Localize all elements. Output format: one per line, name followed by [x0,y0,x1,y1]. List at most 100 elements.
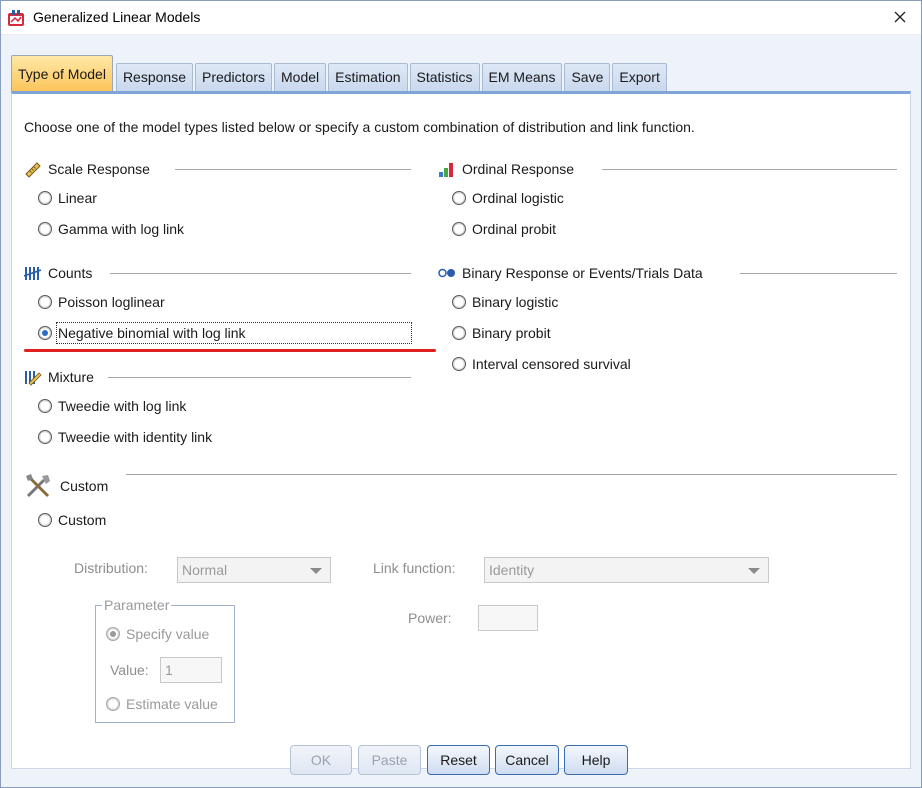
mixture-title: Mixture [48,369,94,385]
dialog-window: Generalized Linear Models Type of Model … [0,0,922,788]
radio-dot [452,222,466,236]
radio-poisson-loglinear[interactable]: Poisson loglinear [38,294,165,310]
help-button[interactable]: Help [564,745,628,775]
glm-app-icon [8,10,24,26]
counts-header: Counts [24,264,92,282]
mixture-header: Mixture [24,368,94,386]
tab-predictors[interactable]: Predictors [194,63,273,91]
mixture-icon [25,371,42,386]
parameter-title: Parameter [102,597,172,613]
radio-label: Estimate value [126,696,218,712]
radio-dot [38,513,52,527]
link-function-select: Identity [484,557,769,583]
radio-gamma-log[interactable]: Gamma with log link [38,221,184,237]
scale-response-header: Scale Response [24,160,150,178]
scale-divider [175,169,411,170]
ruler-icon [25,162,41,178]
radio-dot [38,295,52,309]
radio-label: Tweedie with identity link [58,429,213,445]
link-function-label: Link function: [373,560,456,576]
radio-tweedie-log[interactable]: Tweedie with log link [38,398,186,414]
tab-model[interactable]: Model [274,63,327,91]
paste-button[interactable]: Paste [358,745,421,775]
tab-type-of-model[interactable]: Type of Model [11,55,113,91]
ordinal-divider [602,169,897,170]
radio-specify-value: Specify value [106,626,209,642]
radio-interval-censored-survival[interactable]: Interval censored survival [452,356,631,372]
radio-estimate-value: Estimate value [106,696,218,712]
radio-dot-selected [106,627,120,641]
cancel-button[interactable]: Cancel [495,745,559,775]
type-of-model-panel: Choose one of the model types listed bel… [11,91,911,769]
distribution-select: Normal [177,557,331,583]
radio-label: Linear [58,190,97,206]
radio-dot [38,222,52,236]
binary-response-header: Binary Response or Events/Trials Data [438,264,703,282]
radio-label: Binary probit [472,325,551,341]
custom-header: Custom [24,472,108,500]
radio-label: Ordinal logistic [472,190,564,206]
distribution-label: Distribution: [74,560,148,576]
radio-label: Interval censored survival [472,356,631,372]
radio-dot [106,697,120,711]
tab-estimation[interactable]: Estimation [328,63,408,91]
tab-statistics[interactable]: Statistics [409,63,480,91]
radio-dot [452,357,466,371]
counts-divider [110,273,411,274]
radio-binary-logistic[interactable]: Binary logistic [452,294,558,310]
radio-dot [452,326,466,340]
dialog-body: Type of Model Response Predictors Model … [1,35,921,787]
link-function-value: Identity [489,562,535,578]
mixture-divider [108,377,411,378]
radio-label: Binary logistic [472,294,559,310]
binary-response-title: Binary Response or Events/Trials Data [462,265,703,281]
tab-strip: Type of Model Response Predictors Model … [11,55,669,91]
tab-save[interactable]: Save [564,63,611,91]
radio-ordinal-logistic[interactable]: Ordinal logistic [452,190,564,206]
scale-response-title: Scale Response [48,161,150,177]
close-icon[interactable] [889,6,911,28]
custom-title: Custom [60,478,109,494]
radio-negative-binomial-log[interactable]: Negative binomial with log link [38,325,246,341]
radio-label: Custom [58,512,107,528]
title-bar: Generalized Linear Models [1,1,921,35]
parameter-group: Parameter Specify value Value: 1 Estimat… [95,597,235,723]
tab-export[interactable]: Export [612,63,667,91]
power-label: Power: [408,610,452,626]
ok-button[interactable]: OK [290,745,352,775]
radio-dot [452,295,466,309]
chevron-down-icon [748,568,760,574]
radio-label: Ordinal probit [472,221,557,237]
radio-linear[interactable]: Linear [38,190,97,206]
tools-icon [26,474,50,498]
value-input: 1 [160,657,222,683]
radio-dot-selected [38,326,52,340]
bar-steps-icon [439,163,453,177]
radio-label: Gamma with log link [58,221,185,237]
radio-label: Tweedie with log link [58,398,187,414]
radio-custom[interactable]: Custom [38,512,106,528]
radio-binary-probit[interactable]: Binary probit [452,325,551,341]
window-title: Generalized Linear Models [33,9,201,25]
binary-dots-icon [438,268,455,278]
radio-dot [38,430,52,444]
radio-dot [38,399,52,413]
radio-tweedie-identity[interactable]: Tweedie with identity link [38,429,212,445]
radio-dot [452,191,466,205]
tab-em-means[interactable]: EM Means [481,63,563,91]
binary-divider [740,273,897,274]
chevron-down-icon [310,568,322,574]
custom-divider [126,474,897,475]
reset-button[interactable]: Reset [427,745,490,775]
tally-icon [24,267,42,280]
ordinal-response-title: Ordinal Response [462,161,575,177]
instruction-text: Choose one of the model types listed bel… [24,119,695,135]
tab-response[interactable]: Response [115,63,193,91]
ordinal-response-header: Ordinal Response [438,160,574,178]
power-input [478,605,538,631]
radio-ordinal-probit[interactable]: Ordinal probit [452,221,556,237]
annotation-underline [24,349,436,352]
radio-dot [38,191,52,205]
distribution-value: Normal [182,562,228,578]
radio-label: Poisson loglinear [58,294,165,310]
